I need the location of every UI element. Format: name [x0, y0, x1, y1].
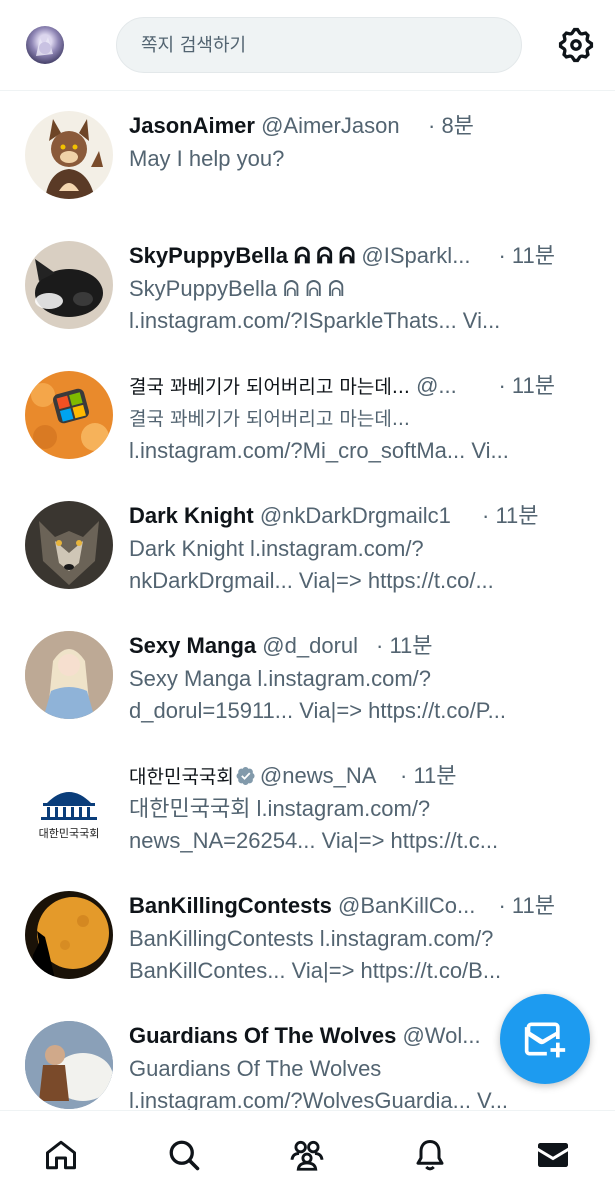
avatar[interactable] [25, 111, 113, 199]
message-preview: Guardians Of The Wolves [129, 1056, 382, 1081]
conversation-row[interactable]: 결국 꽈베기가 되어버리고 마는데... @... · 11분 결국 꽈베기가 … [0, 351, 615, 481]
username: @d_dorul [262, 633, 359, 658]
avatar[interactable] [25, 891, 113, 979]
settings-icon [558, 27, 594, 63]
home-icon [46, 1140, 76, 1170]
conversation-header: 대한민국국회 @news_NA [129, 761, 565, 791]
timestamp: · 11분 [494, 891, 555, 921]
message-preview: May I help you? [129, 146, 285, 171]
anime-girl-avatar-image [25, 631, 113, 719]
timestamp: · 11분 [494, 371, 555, 401]
timestamp: · 11분 [396, 761, 457, 791]
conversation-row[interactable]: 대한민국국회 대한민국국회 @news_NA · 11분 대한민국국회 l.ins… [0, 741, 615, 871]
username: @news_NA [259, 763, 377, 788]
display-name: Dark Knight [129, 503, 254, 528]
new-message-button[interactable] [500, 994, 590, 1084]
search-icon [169, 1140, 200, 1171]
conversation-row[interactable]: Sexy Manga @d_dorul · 11분 Sexy Manga l.i… [0, 611, 615, 741]
profile-avatar[interactable] [26, 26, 64, 64]
display-name: Guardians Of The Wolves [129, 1023, 397, 1048]
avatar[interactable]: 대한민국국회 [25, 761, 113, 849]
messages-icon [538, 1143, 568, 1167]
message-preview: BanKillingContests l.instagram.com/? [129, 926, 494, 951]
message-preview: Sexy Manga l.instagram.com/? [129, 666, 432, 691]
display-name: BanKillingContests [129, 893, 332, 918]
conversation-header: BanKillingContests @BanKillCo... [129, 891, 485, 921]
conversation-header: JasonAimer @AimerJason [129, 111, 565, 141]
search-bar[interactable] [116, 17, 522, 73]
avatar[interactable] [25, 1021, 113, 1109]
logo-caption: 대한민국국회 [38, 827, 100, 840]
avatar[interactable] [25, 371, 113, 459]
username: @ISparkl... [361, 243, 471, 268]
display-name: JasonAimer [129, 113, 255, 138]
verified-icon [236, 767, 255, 785]
message-preview-line2: nkDarkDrgmail... Via|=> https://t.co/... [129, 568, 494, 593]
notifications-icon [416, 1140, 444, 1171]
top-bar [0, 0, 615, 91]
search-input[interactable] [139, 33, 483, 57]
avatar[interactable] [25, 501, 113, 589]
puppy-avatar-image [35, 259, 103, 317]
furry-character-avatar-image [45, 119, 103, 199]
wolf-avatar-image [39, 521, 99, 585]
conversation-row[interactable]: Dark Knight @nkDarkDrgmailc1 · 11분 Dark … [0, 481, 615, 611]
timestamp: · 8분 [424, 111, 474, 141]
howling-wolf-moon-avatar-image [31, 897, 109, 979]
message-preview-line2: d_dorul=15911... Via|=> https://t.co/P..… [129, 698, 506, 723]
wolf-rider-avatar-image [25, 1021, 113, 1109]
message-preview-line2: l.instagram.com/?ISparkleThats... Vi... [129, 308, 501, 333]
settings-button[interactable] [556, 25, 596, 65]
wolf-avatar-image [36, 37, 53, 56]
timestamp: · 11분 [372, 631, 433, 661]
conversation-row[interactable]: JasonAimer @AimerJason · 8분 May I help y… [0, 91, 615, 221]
conversation-header: 결국 꽈베기가 되어버리고 마는데... @... [129, 371, 485, 401]
message-preview-line2: l.instagram.com/?Mi_cro_softMa... Vi... [129, 438, 509, 463]
bottom-navigation [0, 1110, 615, 1201]
message-preview: 결국 꽈베기가 되어버리고 마는데... [129, 408, 410, 430]
username: @AimerJason [261, 113, 400, 138]
display-name: 결국 꽈베기가 되어버리고 마는데... [129, 376, 410, 398]
conversation-header: Sexy Manga @d_dorul [129, 631, 565, 661]
message-preview: 대한민국국회 l.instagram.com/? [129, 796, 431, 821]
nav-communities[interactable] [287, 1135, 327, 1175]
message-preview-line2: BanKillContes... Via|=> https://t.co/B..… [129, 958, 502, 983]
nav-notifications[interactable] [410, 1135, 450, 1175]
username: @nkDarkDrgmailc1 [259, 503, 451, 528]
username: @... [416, 373, 457, 398]
conversation-header: Dark Knight @nkDarkDrgmailc1 [129, 501, 485, 531]
display-name: 대한민국국회 [129, 766, 234, 788]
conversation-row[interactable]: SkyPuppyBella ᕱ ᕱ ᕱ @ISparkl... · 11분 Sk… [0, 221, 615, 351]
username: @BanKillCo... [338, 893, 476, 918]
conversation-header: Guardians Of The Wolves @Wol... [129, 1021, 500, 1051]
nav-messages[interactable] [533, 1135, 573, 1175]
conversation-header: SkyPuppyBella ᕱ ᕱ ᕱ @ISparkl... [129, 241, 485, 271]
username: @Wol... [402, 1023, 481, 1048]
timestamp: · 11분 [478, 501, 539, 531]
snack-logo-avatar-image [31, 383, 109, 451]
communities-icon [290, 1140, 324, 1171]
new-message-icon [524, 1022, 566, 1058]
nav-search[interactable] [164, 1135, 204, 1175]
timestamp: · 11분 [494, 241, 555, 271]
avatar[interactable] [25, 631, 113, 719]
national-assembly-logo-image [41, 792, 97, 820]
message-preview-line2: news_NA=26254... Via|=> https://t.c... [129, 828, 499, 853]
nav-home[interactable] [41, 1135, 81, 1175]
conversation-row[interactable]: BanKillingContests @BanKillCo... · 11분 B… [0, 871, 615, 1001]
message-preview: Dark Knight l.instagram.com/? [129, 536, 424, 561]
avatar[interactable] [25, 241, 113, 329]
display-name: Sexy Manga [129, 633, 257, 658]
display-name: SkyPuppyBella ᕱ ᕱ ᕱ [129, 243, 356, 268]
message-preview: SkyPuppyBella ᕱ ᕱ ᕱ [129, 276, 345, 301]
